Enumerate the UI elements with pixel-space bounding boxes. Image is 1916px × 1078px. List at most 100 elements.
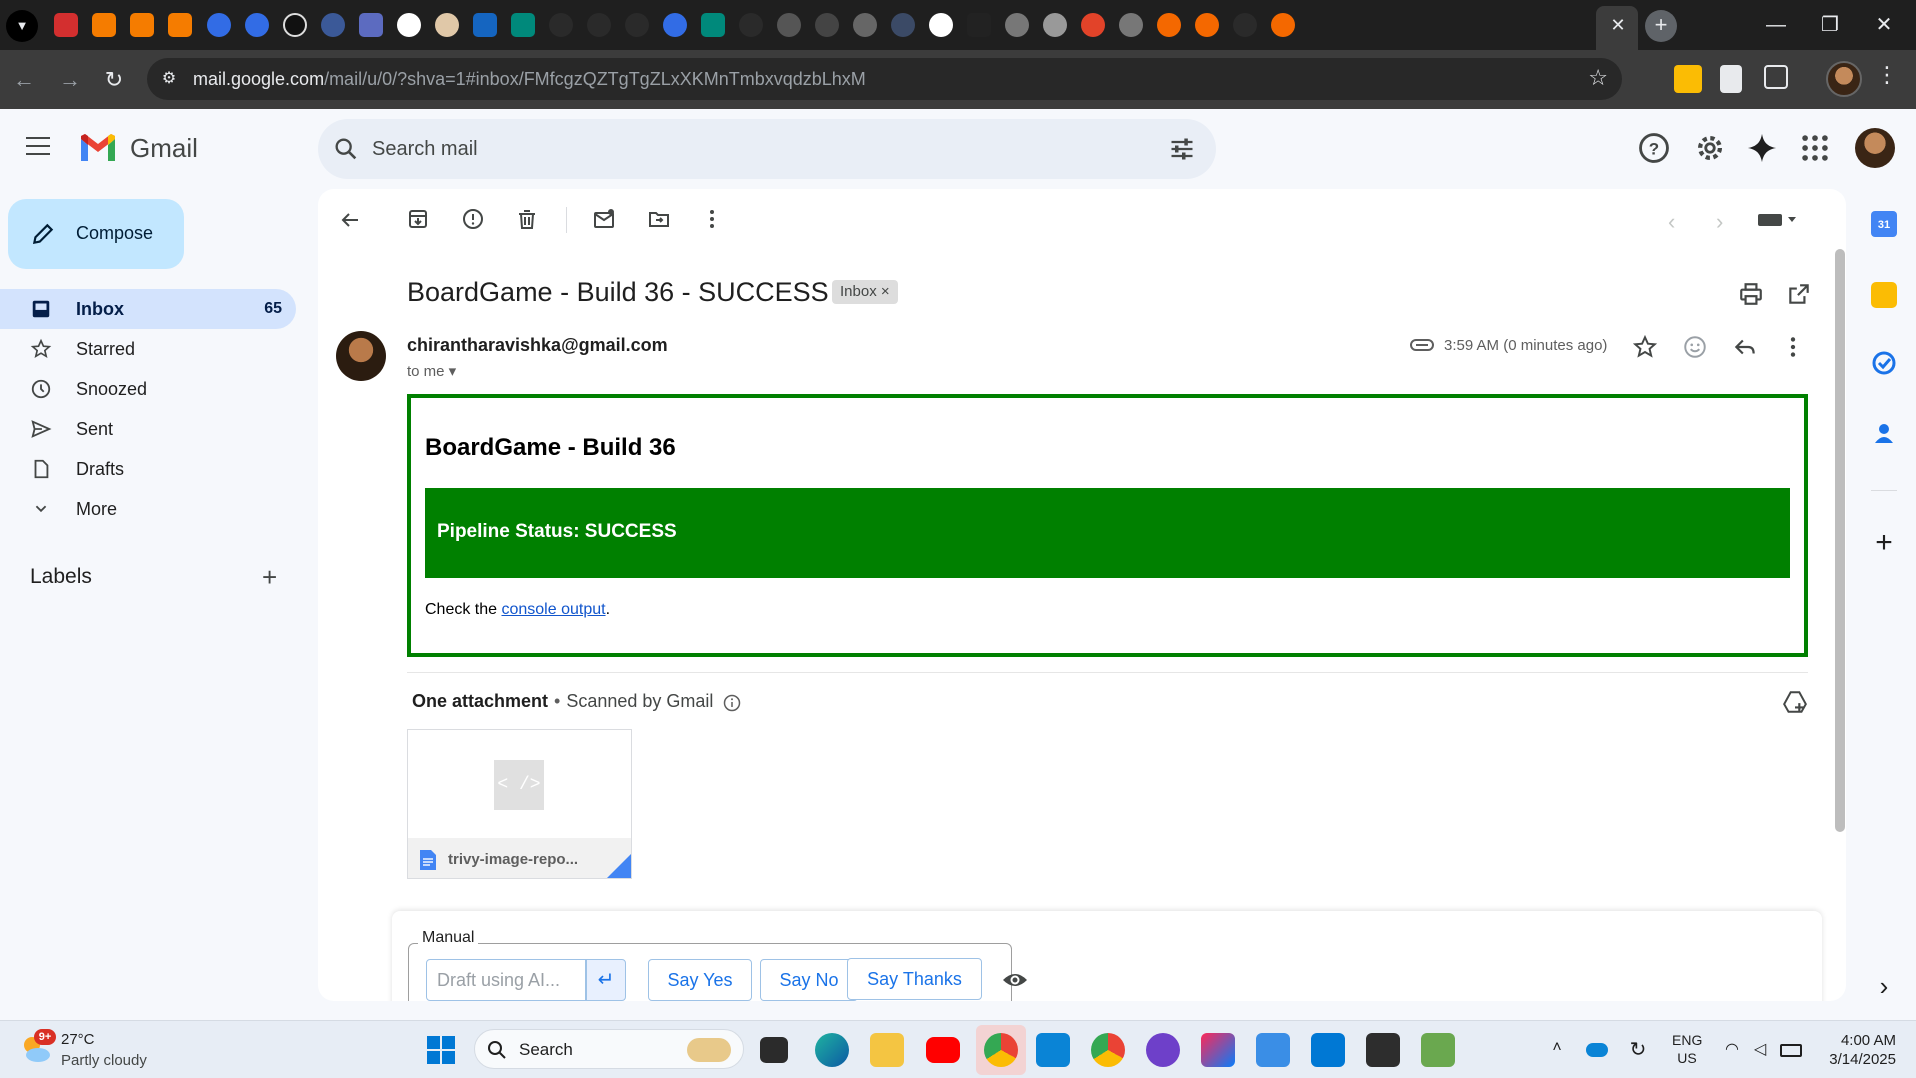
task-view-icon[interactable] bbox=[760, 1037, 788, 1063]
intellij-icon[interactable] bbox=[1201, 1033, 1235, 1067]
hide-side-panel-icon[interactable]: › bbox=[1871, 973, 1897, 999]
tab-close-icon[interactable]: ✕ bbox=[1606, 13, 1630, 37]
bookmark-star-icon[interactable]: ☆ bbox=[1588, 65, 1608, 91]
tab-favicon-grafana-3[interactable] bbox=[1271, 13, 1295, 37]
input-language-indicator[interactable]: ENG US bbox=[1672, 1031, 1702, 1067]
tab-favicon-orange-3[interactable] bbox=[168, 13, 192, 37]
tab-favicon-redhat[interactable] bbox=[54, 13, 78, 37]
tab-favicon-notion[interactable] bbox=[967, 13, 991, 37]
tab-favicon-circle-4[interactable] bbox=[891, 13, 915, 37]
get-addons-icon[interactable]: + bbox=[1871, 528, 1897, 558]
volume-icon[interactable]: ◁ bbox=[1749, 1039, 1771, 1061]
show-hidden-icons-chevron[interactable]: ˄ bbox=[1546, 1039, 1568, 1061]
onedrive-icon[interactable] bbox=[1586, 1043, 1608, 1057]
gmail-logo-icon[interactable] bbox=[78, 133, 118, 163]
tab-favicon-grafana-1[interactable] bbox=[1157, 13, 1181, 37]
tab-favicon-vite[interactable] bbox=[359, 13, 383, 37]
file-explorer-icon[interactable] bbox=[870, 1033, 904, 1067]
weather-description[interactable]: Partly cloudy bbox=[61, 1052, 147, 1069]
search-input[interactable] bbox=[372, 133, 1072, 165]
tab-favicon-green-1[interactable] bbox=[511, 13, 535, 37]
tab-favicon-green-2[interactable] bbox=[701, 13, 725, 37]
message-more-icon[interactable] bbox=[1780, 334, 1806, 360]
weather-temperature[interactable]: 27°C bbox=[61, 1031, 95, 1048]
gmail-wordmark[interactable]: Gmail bbox=[130, 133, 198, 164]
tab-favicon-kubernetes-1[interactable] bbox=[207, 13, 231, 37]
notepad-icon[interactable] bbox=[1256, 1033, 1290, 1067]
add-to-drive-icon[interactable] bbox=[1782, 689, 1808, 715]
eye-preview-icon[interactable] bbox=[1002, 968, 1028, 992]
older-message-icon[interactable]: › bbox=[1716, 209, 1723, 235]
move-to-folder-icon[interactable] bbox=[647, 207, 671, 231]
tab-favicon-grafana-2[interactable] bbox=[1195, 13, 1219, 37]
browser-profile-avatar[interactable] bbox=[1826, 61, 1862, 97]
search-icon[interactable] bbox=[332, 135, 360, 163]
tab-favicon-blue-curve[interactable] bbox=[473, 13, 497, 37]
tab-favicon-circle-2[interactable] bbox=[815, 13, 839, 37]
chrome-menu-icon[interactable]: ⋮ bbox=[1876, 62, 1898, 88]
maximize-button[interactable]: ❐ bbox=[1810, 10, 1850, 40]
docs-extension-icon[interactable] bbox=[1720, 65, 1742, 93]
mark-unread-icon[interactable] bbox=[592, 207, 616, 231]
enter-arrow-icon[interactable]: ↵ bbox=[586, 959, 626, 1001]
tab-favicon-kubernetes-2[interactable] bbox=[245, 13, 269, 37]
address-bar[interactable]: ⚙ mail.google.com/mail/u/0/?shva=1#inbox… bbox=[147, 58, 1622, 100]
tab-favicon-circle-6[interactable] bbox=[1119, 13, 1143, 37]
sidebar-item-more[interactable]: More bbox=[0, 489, 296, 529]
tab-favicon-google-1[interactable] bbox=[397, 13, 421, 37]
search-options-icon[interactable] bbox=[1168, 135, 1196, 163]
vscode-icon[interactable] bbox=[1311, 1033, 1345, 1067]
site-info-icon[interactable]: ⚙ bbox=[157, 67, 181, 91]
tab-favicon-kubernetes-3[interactable] bbox=[663, 13, 687, 37]
help-icon[interactable]: ? bbox=[1637, 131, 1671, 165]
back-button[interactable]: ← bbox=[6, 62, 42, 98]
tab-favicon-circle-5[interactable] bbox=[1005, 13, 1029, 37]
windows-start-icon[interactable] bbox=[426, 1035, 456, 1065]
say-no-button[interactable]: Say No bbox=[760, 959, 858, 1001]
url-text[interactable]: mail.google.com/mail/u/0/?shva=1#inbox/F… bbox=[193, 69, 866, 90]
gemini-sparkle-icon[interactable] bbox=[1745, 131, 1779, 165]
close-window-button[interactable]: ✕ bbox=[1864, 10, 1904, 40]
sidebar-item-sent[interactable]: Sent bbox=[0, 409, 296, 449]
compose-button[interactable]: Compose bbox=[8, 199, 184, 269]
github-desktop-icon[interactable] bbox=[1146, 1033, 1180, 1067]
tab-favicon-openai[interactable] bbox=[283, 13, 307, 37]
tab-favicon-gitlab[interactable] bbox=[1081, 13, 1105, 37]
tab-favicon-circle-3[interactable] bbox=[853, 13, 877, 37]
tasks-icon[interactable] bbox=[1871, 350, 1897, 376]
system-clock[interactable]: 4:00 AM 3/14/2025 bbox=[1800, 1031, 1896, 1069]
sender-avatar[interactable] bbox=[336, 331, 386, 381]
new-tab-button[interactable]: + bbox=[1645, 10, 1677, 42]
reload-button[interactable]: ↻ bbox=[96, 62, 132, 98]
sidebar-item-drafts[interactable]: Drafts bbox=[0, 449, 296, 489]
tab-favicon-github-2[interactable] bbox=[587, 13, 611, 37]
keep-extension-icon[interactable] bbox=[1674, 65, 1702, 93]
console-output-link[interactable]: console output bbox=[501, 601, 605, 618]
tab-favicon-circle-1[interactable] bbox=[777, 13, 801, 37]
star-message-icon[interactable] bbox=[1632, 334, 1658, 360]
message-scrollbar-thumb[interactable] bbox=[1835, 249, 1845, 832]
settings-gear-icon[interactable] bbox=[1693, 131, 1727, 165]
account-avatar[interactable] bbox=[1855, 128, 1895, 168]
ai-draft-input[interactable] bbox=[426, 959, 586, 1001]
tab-favicon-google-2[interactable] bbox=[929, 13, 953, 37]
attachment-card[interactable]: < /> trivy-image-repo... bbox=[407, 729, 632, 879]
terminal-icon[interactable] bbox=[1366, 1033, 1400, 1067]
newer-message-icon[interactable]: ‹ bbox=[1668, 209, 1675, 235]
chrome-icon[interactable] bbox=[1091, 1033, 1125, 1067]
recipient-details-toggle[interactable]: to me ▾ bbox=[407, 362, 456, 380]
say-thanks-button-visible[interactable]: Say Thanks bbox=[847, 958, 982, 1000]
puzzle-extensions-icon[interactable] bbox=[1764, 65, 1788, 89]
delete-trash-icon[interactable] bbox=[515, 207, 539, 231]
tab-favicon-github-4[interactable] bbox=[1233, 13, 1257, 37]
tab-favicon-argo[interactable] bbox=[321, 13, 345, 37]
main-menu-icon[interactable] bbox=[26, 137, 50, 155]
inbox-label-chip[interactable]: Inbox × bbox=[832, 280, 898, 304]
keep-icon[interactable] bbox=[1871, 282, 1897, 308]
say-yes-button[interactable]: Say Yes bbox=[648, 959, 752, 1001]
contacts-icon[interactable] bbox=[1871, 420, 1897, 446]
open-in-new-window-icon[interactable] bbox=[1786, 281, 1812, 307]
tab-favicon-github-1[interactable] bbox=[549, 13, 573, 37]
youtube-icon[interactable] bbox=[926, 1037, 960, 1063]
tab-favicon-slash[interactable] bbox=[625, 13, 649, 37]
